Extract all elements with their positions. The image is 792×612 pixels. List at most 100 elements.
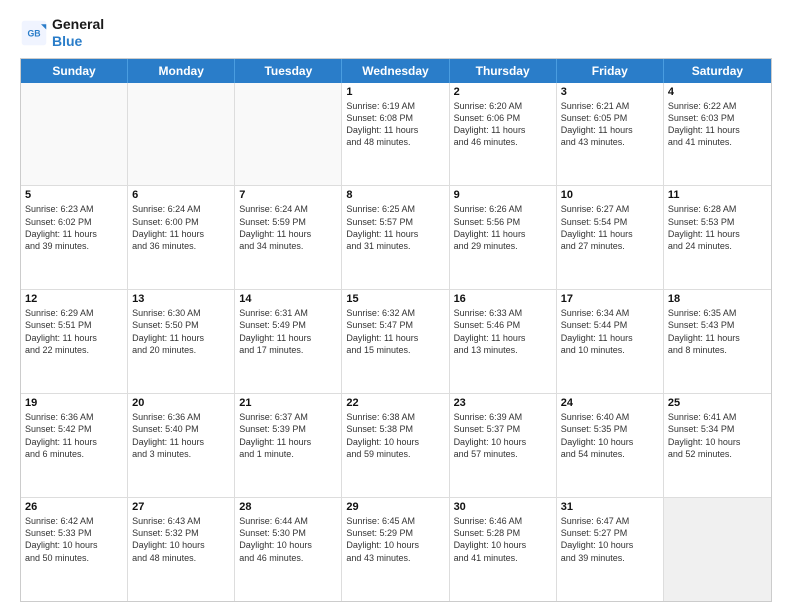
cell-info-line: Daylight: 11 hours xyxy=(561,228,659,240)
day-number: 23 xyxy=(454,397,552,409)
calendar-day-8: 8Sunrise: 6:25 AMSunset: 5:57 PMDaylight… xyxy=(342,186,449,289)
cell-info-line: Sunrise: 6:28 AM xyxy=(668,203,767,215)
cell-info-line: Sunset: 5:54 PM xyxy=(561,216,659,228)
day-number: 2 xyxy=(454,86,552,98)
cell-info-line: Sunrise: 6:30 AM xyxy=(132,307,230,319)
cell-info-line: Sunset: 5:42 PM xyxy=(25,423,123,435)
weekday-header-saturday: Saturday xyxy=(664,59,771,83)
logo-icon: GB xyxy=(20,19,48,47)
cell-info-line: Sunrise: 6:41 AM xyxy=(668,411,767,423)
calendar-day-11: 11Sunrise: 6:28 AMSunset: 5:53 PMDayligh… xyxy=(664,186,771,289)
cell-info-line: Sunset: 5:30 PM xyxy=(239,527,337,539)
cell-info-line: Sunset: 5:49 PM xyxy=(239,319,337,331)
cell-info-line: Daylight: 10 hours xyxy=(239,539,337,551)
cell-info-line: Daylight: 10 hours xyxy=(454,539,552,551)
calendar-day-15: 15Sunrise: 6:32 AMSunset: 5:47 PMDayligh… xyxy=(342,290,449,393)
day-number: 26 xyxy=(25,501,123,513)
cell-info-line: Sunset: 5:51 PM xyxy=(25,319,123,331)
cell-info-line: Sunrise: 6:37 AM xyxy=(239,411,337,423)
day-number: 22 xyxy=(346,397,444,409)
weekday-header-tuesday: Tuesday xyxy=(235,59,342,83)
calendar-empty-cell xyxy=(235,83,342,186)
calendar-day-18: 18Sunrise: 6:35 AMSunset: 5:43 PMDayligh… xyxy=(664,290,771,393)
cell-info-line: Sunset: 5:53 PM xyxy=(668,216,767,228)
cell-info-line: Daylight: 11 hours xyxy=(346,228,444,240)
day-number: 25 xyxy=(668,397,767,409)
calendar-row: 19Sunrise: 6:36 AMSunset: 5:42 PMDayligh… xyxy=(21,394,771,498)
cell-info-line: Sunrise: 6:40 AM xyxy=(561,411,659,423)
cell-info-line: and 48 minutes. xyxy=(346,136,444,148)
cell-info-line: Daylight: 10 hours xyxy=(346,436,444,448)
calendar-day-4: 4Sunrise: 6:22 AMSunset: 6:03 PMDaylight… xyxy=(664,83,771,186)
calendar-day-27: 27Sunrise: 6:43 AMSunset: 5:32 PMDayligh… xyxy=(128,498,235,601)
weekday-header-monday: Monday xyxy=(128,59,235,83)
cell-info-line: and 34 minutes. xyxy=(239,240,337,252)
day-number: 27 xyxy=(132,501,230,513)
cell-info-line: Sunset: 5:29 PM xyxy=(346,527,444,539)
cell-info-line: Sunset: 5:35 PM xyxy=(561,423,659,435)
calendar-row: 5Sunrise: 6:23 AMSunset: 6:02 PMDaylight… xyxy=(21,186,771,290)
day-number: 16 xyxy=(454,293,552,305)
cell-info-line: Sunset: 5:57 PM xyxy=(346,216,444,228)
cell-info-line: Daylight: 11 hours xyxy=(132,436,230,448)
calendar-day-12: 12Sunrise: 6:29 AMSunset: 5:51 PMDayligh… xyxy=(21,290,128,393)
calendar-day-28: 28Sunrise: 6:44 AMSunset: 5:30 PMDayligh… xyxy=(235,498,342,601)
cell-info-line: Sunset: 5:37 PM xyxy=(454,423,552,435)
cell-info-line: Daylight: 11 hours xyxy=(239,332,337,344)
calendar-day-13: 13Sunrise: 6:30 AMSunset: 5:50 PMDayligh… xyxy=(128,290,235,393)
cell-info-line: Sunrise: 6:24 AM xyxy=(132,203,230,215)
cell-info-line: Daylight: 10 hours xyxy=(25,539,123,551)
cell-info-line: Sunrise: 6:43 AM xyxy=(132,515,230,527)
day-number: 30 xyxy=(454,501,552,513)
cell-info-line: and 46 minutes. xyxy=(454,136,552,148)
calendar-day-30: 30Sunrise: 6:46 AMSunset: 5:28 PMDayligh… xyxy=(450,498,557,601)
day-number: 5 xyxy=(25,189,123,201)
cell-info-line: Sunset: 5:50 PM xyxy=(132,319,230,331)
cell-info-line: and 1 minute. xyxy=(239,448,337,460)
logo-text-blue: Blue xyxy=(52,33,104,50)
calendar: SundayMondayTuesdayWednesdayThursdayFrid… xyxy=(20,58,772,602)
cell-info-line: Sunset: 6:05 PM xyxy=(561,112,659,124)
cell-info-line: Daylight: 11 hours xyxy=(25,228,123,240)
day-number: 7 xyxy=(239,189,337,201)
cell-info-line: Sunrise: 6:26 AM xyxy=(454,203,552,215)
cell-info-line: Sunrise: 6:31 AM xyxy=(239,307,337,319)
calendar-day-19: 19Sunrise: 6:36 AMSunset: 5:42 PMDayligh… xyxy=(21,394,128,497)
weekday-header-thursday: Thursday xyxy=(450,59,557,83)
calendar-day-10: 10 Sunrise: 6:27 AMSunset: 5:54 PMDayligh… xyxy=(557,186,664,289)
cell-info-line: Daylight: 11 hours xyxy=(132,332,230,344)
cell-info-line: Sunset: 5:33 PM xyxy=(25,527,123,539)
calendar-day-23: 23Sunrise: 6:39 AMSunset: 5:37 PMDayligh… xyxy=(450,394,557,497)
cell-info-line: Daylight: 11 hours xyxy=(454,124,552,136)
cell-info-line: Sunset: 5:46 PM xyxy=(454,319,552,331)
calendar-day-9: 9Sunrise: 6:26 AMSunset: 5:56 PMDaylight… xyxy=(450,186,557,289)
cell-info-line: and 6 minutes. xyxy=(25,448,123,460)
calendar-day-1: 1Sunrise: 6:19 AMSunset: 6:08 PMDaylight… xyxy=(342,83,449,186)
cell-info-line: Sunrise: 6:45 AM xyxy=(346,515,444,527)
logo: GB General Blue xyxy=(20,16,104,50)
day-number: 6 xyxy=(132,189,230,201)
day-number: 10 xyxy=(561,189,659,201)
calendar-day-20: 20Sunrise: 6:36 AMSunset: 5:40 PMDayligh… xyxy=(128,394,235,497)
calendar-empty-cell xyxy=(664,498,771,601)
cell-info-line: and 10 minutes. xyxy=(561,344,659,356)
day-number: 4 xyxy=(668,86,767,98)
cell-info-line: and 39 minutes. xyxy=(25,240,123,252)
cell-info-line: Daylight: 11 hours xyxy=(668,228,767,240)
weekday-header-sunday: Sunday xyxy=(21,59,128,83)
cell-info-line: Daylight: 11 hours xyxy=(561,332,659,344)
cell-info-line: Sunset: 5:34 PM xyxy=(668,423,767,435)
cell-info-line: Daylight: 10 hours xyxy=(454,436,552,448)
svg-text:GB: GB xyxy=(27,28,40,38)
day-number: 24 xyxy=(561,397,659,409)
calendar-day-29: 29Sunrise: 6:45 AMSunset: 5:29 PMDayligh… xyxy=(342,498,449,601)
weekday-header-friday: Friday xyxy=(557,59,664,83)
cell-info-line: and 36 minutes. xyxy=(132,240,230,252)
cell-info-line: Sunset: 5:47 PM xyxy=(346,319,444,331)
cell-info-line: Sunset: 6:00 PM xyxy=(132,216,230,228)
calendar-day-31: 31Sunrise: 6:47 AMSunset: 5:27 PMDayligh… xyxy=(557,498,664,601)
cell-info-line: Daylight: 11 hours xyxy=(132,228,230,240)
cell-info-line: Sunrise: 6:27 AM xyxy=(561,203,659,215)
cell-info-line: Sunset: 5:59 PM xyxy=(239,216,337,228)
cell-info-line: and 15 minutes. xyxy=(346,344,444,356)
